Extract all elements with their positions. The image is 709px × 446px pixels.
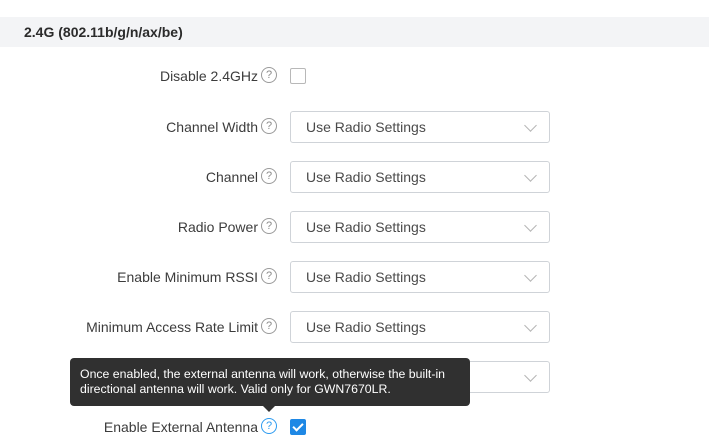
tooltip-arrow <box>263 406 275 412</box>
chevron-down-icon <box>524 119 537 132</box>
field-label: Minimum Access Rate Limit <box>86 319 258 335</box>
select-value: Use Radio Settings <box>306 269 426 285</box>
help-icon[interactable]: ? <box>261 218 277 234</box>
help-icon[interactable]: ? <box>261 67 277 83</box>
field-row-radio-power: Radio Power ? Use Radio Settings <box>0 211 709 243</box>
select-value: Use Radio Settings <box>306 169 426 185</box>
field-label: Channel <box>205 169 258 185</box>
help-icon[interactable]: ? <box>261 168 277 184</box>
section-title: 2.4G (802.11b/g/n/ax/be) <box>24 24 183 40</box>
field-row-channel-width: Channel Width ? Use Radio Settings <box>0 111 709 143</box>
field-label: Enable Minimum RSSI <box>117 269 258 285</box>
chevron-down-icon <box>524 219 537 232</box>
help-icon[interactable]: ? <box>261 318 277 334</box>
tooltip: Once enabled, the external antenna will … <box>70 358 470 406</box>
field-row-minimum-rssi: Enable Minimum RSSI ? Use Radio Settings <box>0 261 709 293</box>
radio-power-select[interactable]: Use Radio Settings <box>290 211 550 243</box>
minimum-rssi-select[interactable]: Use Radio Settings <box>290 261 550 293</box>
field-label: Radio Power <box>177 219 258 235</box>
select-value: Use Radio Settings <box>306 319 426 335</box>
tooltip-text: Once enabled, the external antenna will … <box>80 367 446 396</box>
select-value: Use Radio Settings <box>306 219 426 235</box>
field-row-disable-24ghz: Disable 2.4GHz ? <box>0 60 709 92</box>
min-access-rate-select[interactable]: Use Radio Settings <box>290 311 550 343</box>
field-row-min-access-rate: Minimum Access Rate Limit ? Use Radio Se… <box>0 311 709 343</box>
field-label: Channel Width <box>166 119 258 135</box>
help-icon[interactable]: ? <box>261 268 277 284</box>
channel-select[interactable]: Use Radio Settings <box>290 161 550 193</box>
chevron-down-icon <box>524 269 537 282</box>
field-label: Enable External Antenna <box>103 419 258 435</box>
field-label: Disable 2.4GHz <box>159 68 258 84</box>
section-header: 2.4G (802.11b/g/n/ax/be) <box>0 17 709 47</box>
help-icon[interactable]: ? <box>261 418 277 434</box>
help-icon[interactable]: ? <box>261 118 277 134</box>
chevron-down-icon <box>524 319 537 332</box>
field-row-channel: Channel ? Use Radio Settings <box>0 161 709 193</box>
select-value: Use Radio Settings <box>306 119 426 135</box>
chevron-down-icon <box>524 369 537 382</box>
channel-width-select[interactable]: Use Radio Settings <box>290 111 550 143</box>
disable-24ghz-checkbox[interactable] <box>290 68 306 84</box>
chevron-down-icon <box>524 169 537 182</box>
field-row-external-antenna: Enable External Antenna ? <box>0 411 709 443</box>
external-antenna-checkbox[interactable] <box>290 419 306 435</box>
